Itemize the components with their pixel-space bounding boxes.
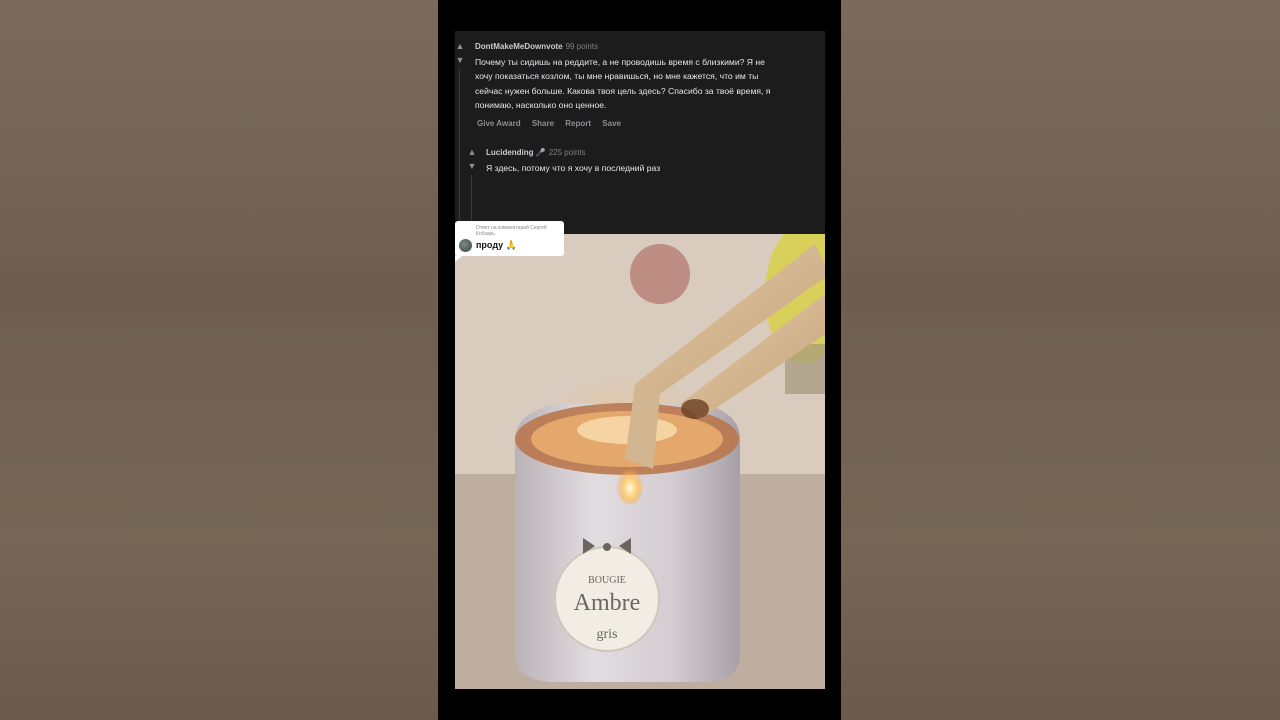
- report-link: Report: [565, 119, 592, 128]
- blurred-background-left: [0, 0, 438, 720]
- reply-author: Lucidending 🎤 225 points: [486, 148, 586, 157]
- comment-author: DontMakeMeDownvote 99 points: [475, 42, 598, 51]
- blurred-background-right: [841, 0, 1280, 720]
- reply-author-name: Lucidending 🎤: [486, 148, 546, 157]
- downvote-icon: ▼: [467, 161, 477, 171]
- comment-line: сейчас нужен больше. Какова твоя цель зд…: [475, 85, 771, 96]
- comment-author-name: DontMakeMeDownvote: [475, 42, 563, 51]
- give-award-link: Give Award: [477, 119, 521, 128]
- label-small: BOUGIE: [588, 575, 626, 586]
- reddit-comment-screenshot: ▲ ▼ DontMakeMeDownvote 99 points Почему т…: [455, 31, 825, 235]
- comment-line: Почему ты сидишь на реддите, а не провод…: [475, 57, 765, 67]
- reply-comment-sticker: Ответ на комментарий Сергей Кобзарь прод…: [455, 221, 564, 262]
- upvote-icon: ▲: [455, 41, 465, 51]
- comment-actions: Give Award Share Report Save: [477, 119, 630, 128]
- label-sub: gris: [597, 627, 618, 642]
- video-frame-candle: BOUGIE Ambre gris: [455, 234, 825, 689]
- save-link: Save: [602, 119, 621, 128]
- downvote-icon: ▼: [455, 55, 465, 65]
- share-link: Share: [531, 119, 555, 128]
- candle-scene: BOUGIE Ambre gris: [455, 234, 825, 689]
- hand: [630, 244, 690, 304]
- comment-body: Почему ты сидишь на реддите, а не провод…: [475, 55, 820, 112]
- reply-points: 225 points: [548, 148, 586, 157]
- reply-sticker-meta: Ответ на комментарий Сергей Кобзарь: [476, 225, 547, 237]
- label-main: Ambre: [574, 590, 641, 616]
- reply-body: Я здесь, потому что я хочу в последний р…: [486, 163, 661, 173]
- reply-sticker-text: проду 🙏: [476, 240, 517, 250]
- comment-line: понимаю, насколько оно ценное.: [475, 99, 607, 110]
- avatar: [459, 239, 472, 252]
- upvote-icon: ▲: [467, 147, 477, 157]
- comment-points: 99 points: [565, 42, 599, 51]
- comment-line: хочу показаться козлом, ты мне нравишься…: [475, 71, 759, 82]
- thread-line: [459, 69, 460, 235]
